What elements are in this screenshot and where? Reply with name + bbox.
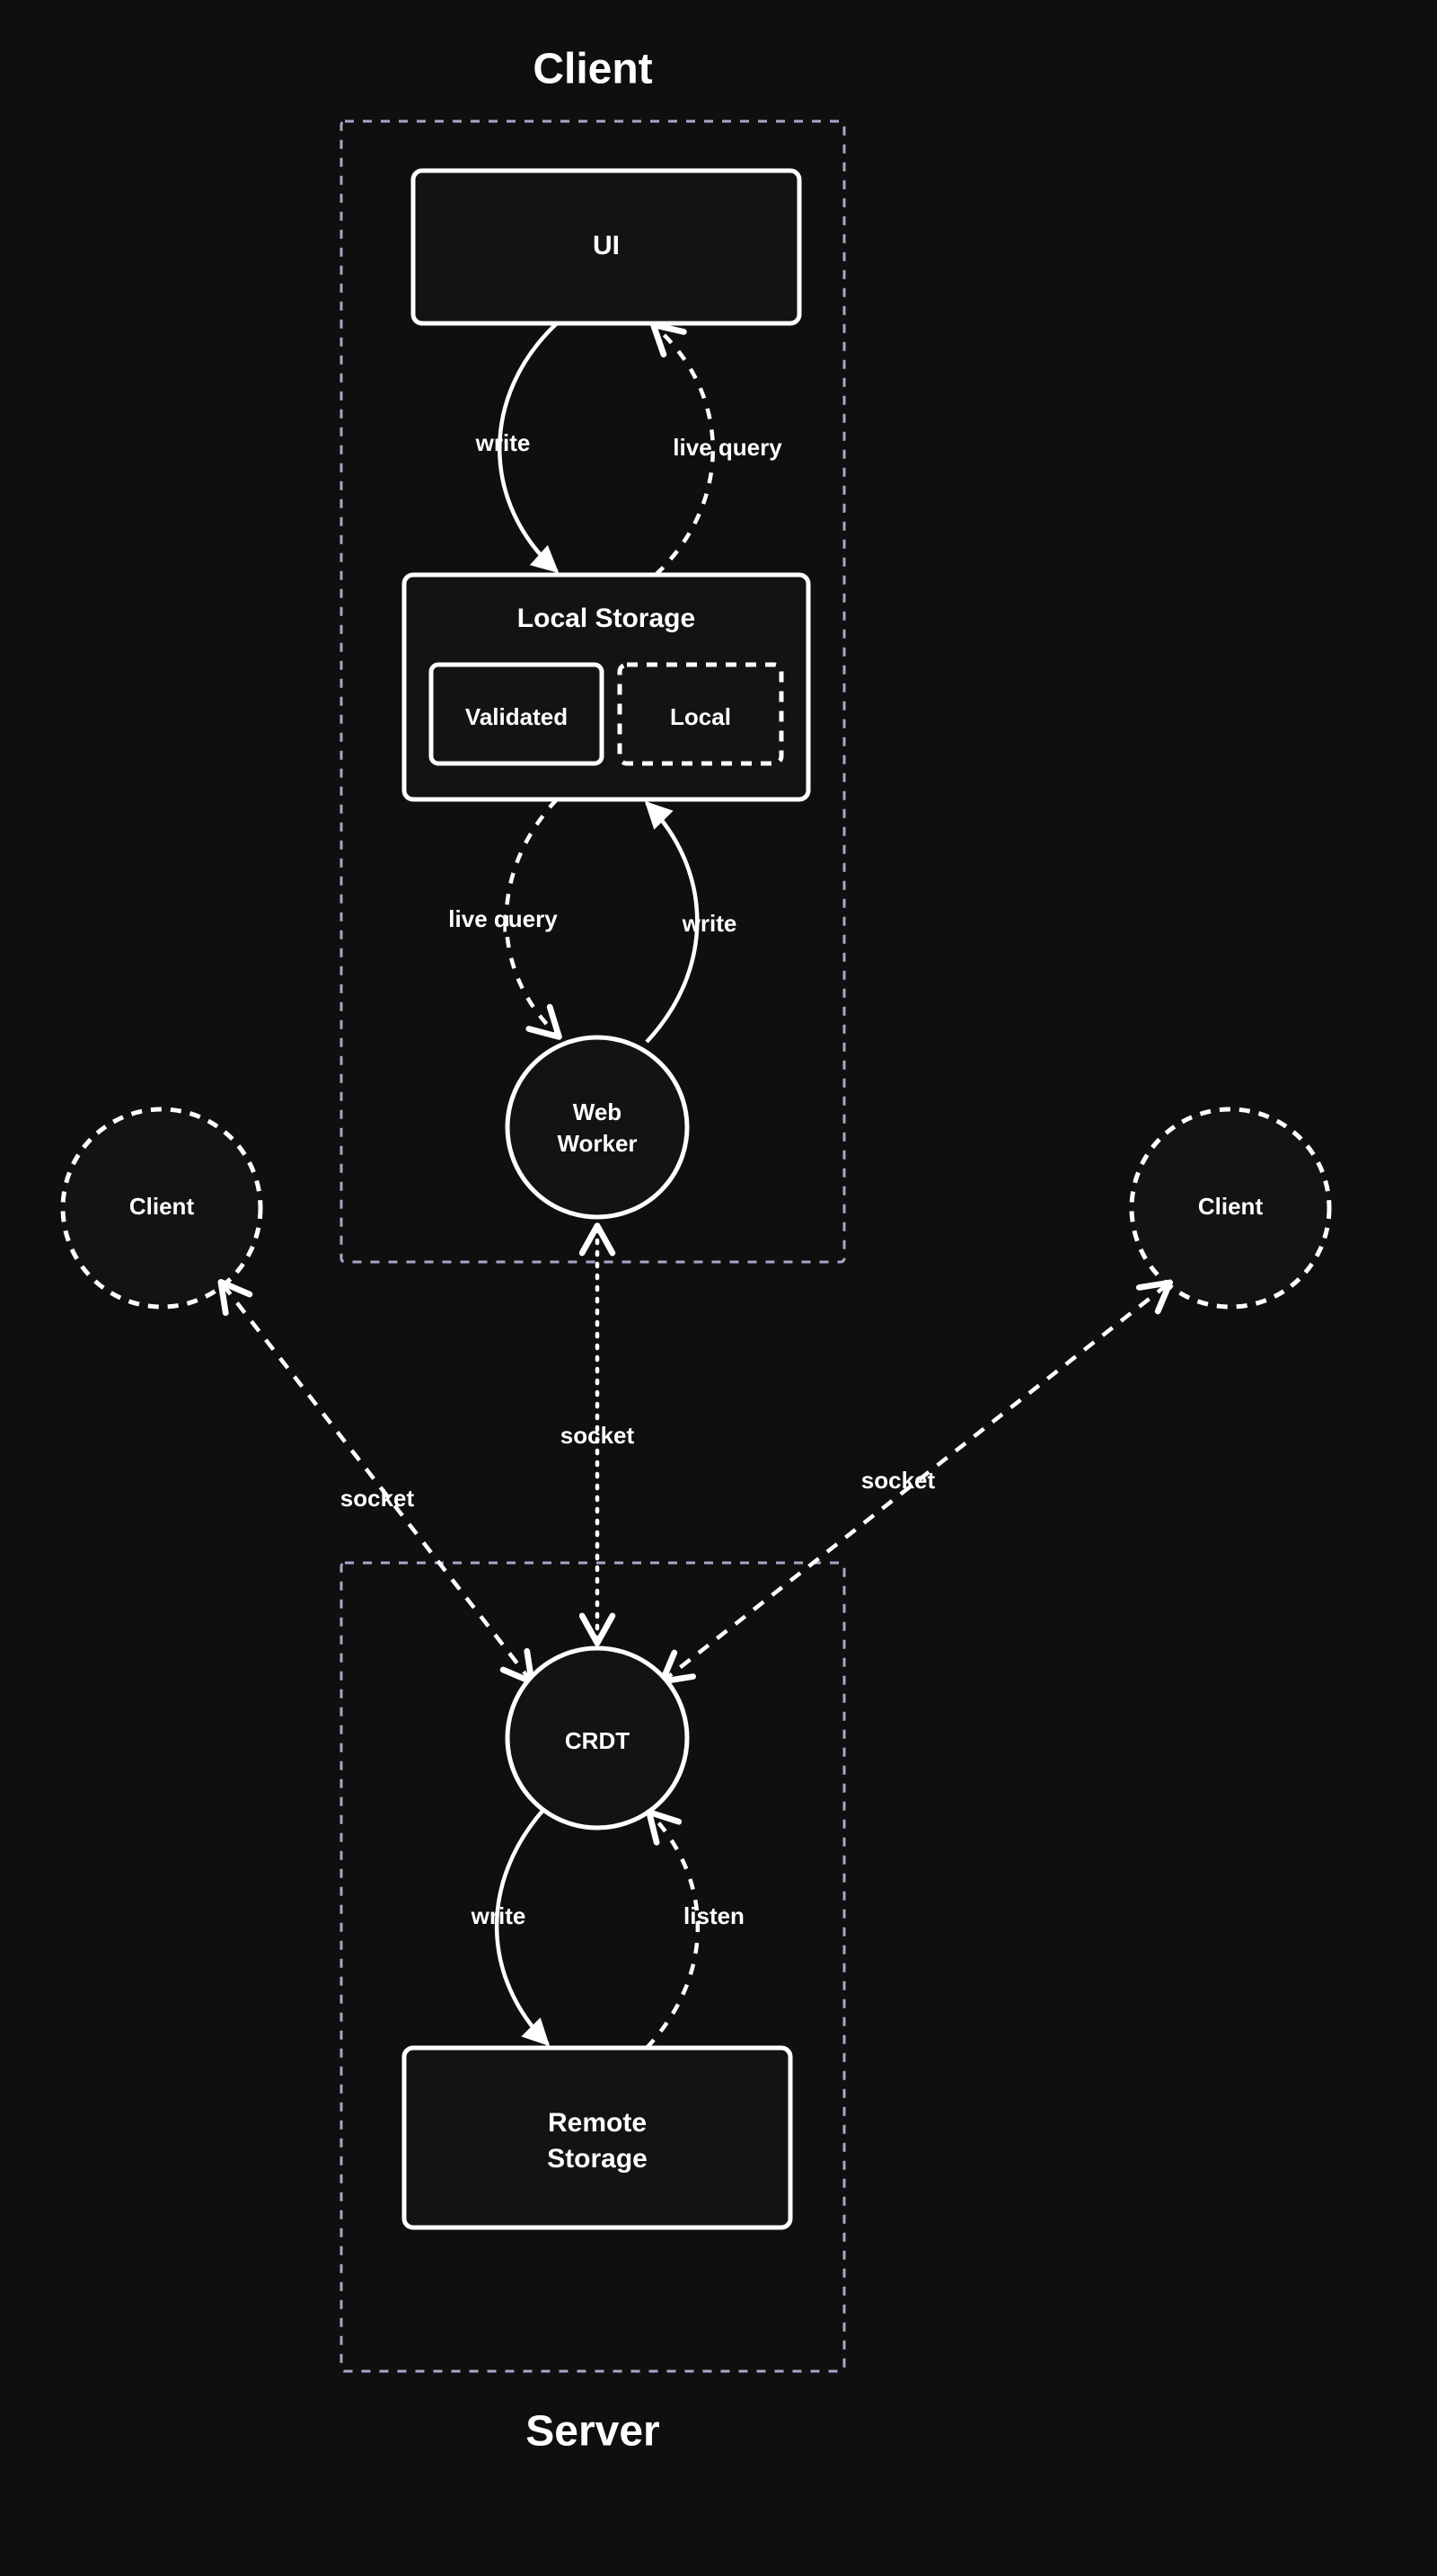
client-right-label: Client bbox=[1198, 1193, 1264, 1220]
edge-label-listen: listen bbox=[683, 1902, 745, 1929]
web-worker-label-2: Worker bbox=[557, 1130, 637, 1157]
edge-label-socket-mid: socket bbox=[560, 1422, 635, 1449]
edge-label-socket-left: socket bbox=[340, 1485, 415, 1512]
architecture-diagram: Client Server UI write live query Local … bbox=[0, 0, 1437, 2576]
crdt-label: CRDT bbox=[565, 1727, 630, 1754]
edge-label-socket-right: socket bbox=[861, 1467, 936, 1494]
web-worker-label-1: Web bbox=[573, 1098, 622, 1125]
edge-remotestorage-to-crdt bbox=[647, 1814, 698, 2048]
edge-label-livequery-1: live query bbox=[673, 434, 782, 461]
ui-label: UI bbox=[593, 231, 620, 260]
local-label: Local bbox=[670, 703, 731, 730]
remote-storage-label-1: Remote bbox=[548, 2108, 647, 2138]
edge-label-write-3: write bbox=[471, 1902, 526, 1929]
edge-label-write-1: write bbox=[475, 429, 531, 456]
edge-label-livequery-2: live query bbox=[448, 905, 558, 932]
local-storage-label: Local Storage bbox=[517, 604, 695, 633]
web-worker-node bbox=[507, 1037, 687, 1217]
client-left-label: Client bbox=[129, 1193, 195, 1220]
server-title: Server bbox=[525, 2408, 659, 2456]
client-title: Client bbox=[533, 46, 652, 93]
validated-label: Validated bbox=[465, 703, 568, 730]
edge-client-left-to-crdt bbox=[223, 1284, 530, 1680]
remote-storage-box bbox=[404, 2048, 790, 2228]
remote-storage-label-2: Storage bbox=[547, 2144, 648, 2174]
edge-label-write-2: write bbox=[682, 910, 737, 937]
